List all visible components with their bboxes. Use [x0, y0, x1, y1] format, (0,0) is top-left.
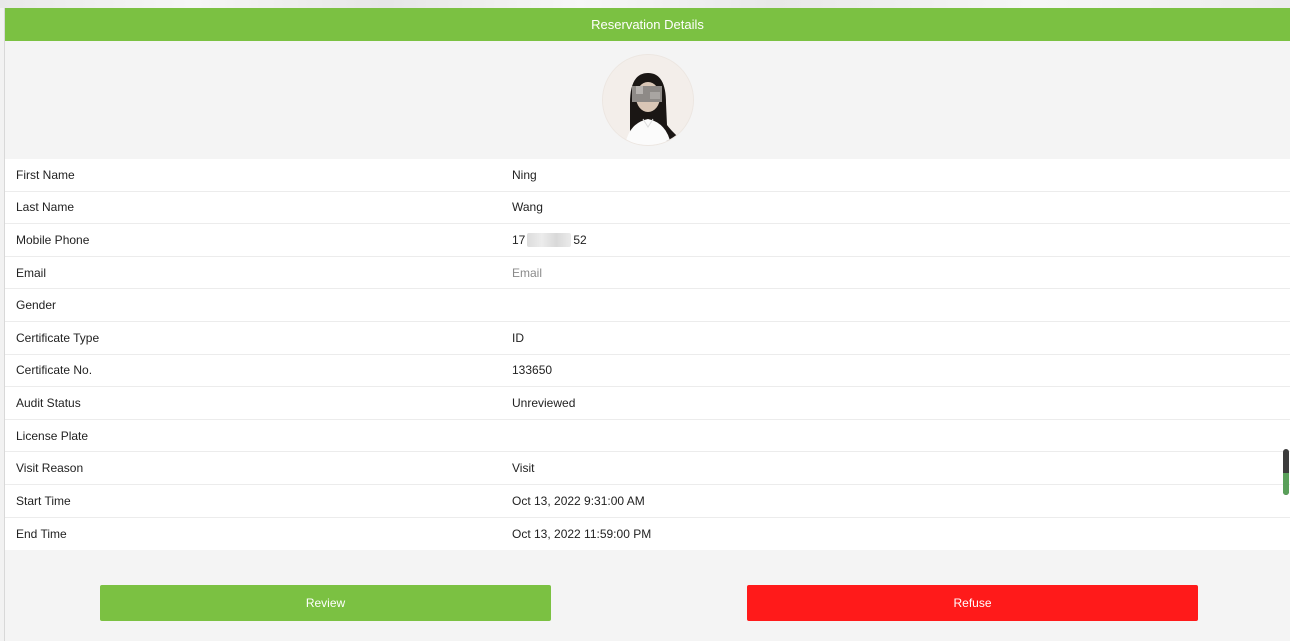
field-value: 17 52 — [512, 233, 1290, 248]
top-background-strip — [0, 0, 1290, 8]
field-row-gender: Gender — [5, 289, 1290, 322]
field-label: Email — [16, 265, 47, 280]
field-label: Audit Status — [16, 395, 81, 410]
field-label: Mobile Phone — [16, 232, 90, 247]
scrollbar-thumb[interactable] — [1283, 449, 1289, 495]
visitor-avatar — [602, 55, 693, 145]
field-row-start-time: Start Time Oct 13, 2022 9:31:00 AM — [5, 485, 1290, 518]
redacted-blur — [527, 233, 572, 248]
panel-title: Reservation Details — [591, 17, 704, 32]
review-button[interactable]: Review — [100, 585, 551, 621]
field-label: End Time — [16, 526, 67, 541]
field-label: Gender — [16, 298, 57, 313]
field-value: Unreviewed — [512, 395, 576, 410]
field-value: 133650 — [512, 363, 553, 378]
details-list: First Name Ning Last Name Wang Mobile Ph… — [5, 159, 1290, 551]
field-value: Wang — [512, 200, 543, 215]
field-row-email: Email Email — [5, 257, 1290, 290]
email-placeholder: Email — [512, 265, 543, 280]
field-value: Oct 13, 2022 9:31:00 AM — [512, 493, 645, 508]
field-label: First Name — [16, 167, 75, 182]
field-value: Ning — [512, 167, 537, 182]
field-row-mobile-phone: Mobile Phone 17 52 — [5, 224, 1290, 257]
field-value: Oct 13, 2022 11:59:00 PM — [512, 526, 652, 541]
field-value: ID — [512, 330, 524, 345]
phone-suffix: 52 — [573, 232, 587, 247]
field-row-end-time: End Time Oct 13, 2022 11:59:00 PM — [5, 518, 1290, 551]
field-value: Visit — [512, 461, 535, 476]
field-row-audit-status: Audit Status Unreviewed — [5, 387, 1290, 420]
field-label: Certificate No. — [16, 363, 93, 378]
field-label: Start Time — [16, 493, 71, 508]
field-row-license-plate: License Plate — [5, 420, 1290, 453]
field-label: Certificate Type — [16, 330, 100, 345]
field-row-certificate-no: Certificate No. 133650 — [5, 355, 1290, 388]
field-label: Last Name — [16, 200, 75, 215]
phone-prefix: 17 — [512, 232, 526, 247]
field-row-last-name: Last Name Wang — [5, 192, 1290, 225]
action-bar: Review Refuse — [5, 585, 1290, 621]
field-row-first-name: First Name Ning — [5, 159, 1290, 192]
field-row-visit-reason: Visit Reason Visit — [5, 452, 1290, 485]
refuse-button[interactable]: Refuse — [747, 585, 1198, 621]
field-row-certificate-type: Certificate Type ID — [5, 322, 1290, 355]
reservation-details-panel: Reservation Details First Name Ning Last… — [4, 8, 1290, 641]
field-label: License Plate — [16, 428, 89, 443]
field-label: Visit Reason — [16, 461, 84, 476]
panel-header: Reservation Details — [5, 8, 1290, 41]
photo-area — [5, 41, 1290, 159]
